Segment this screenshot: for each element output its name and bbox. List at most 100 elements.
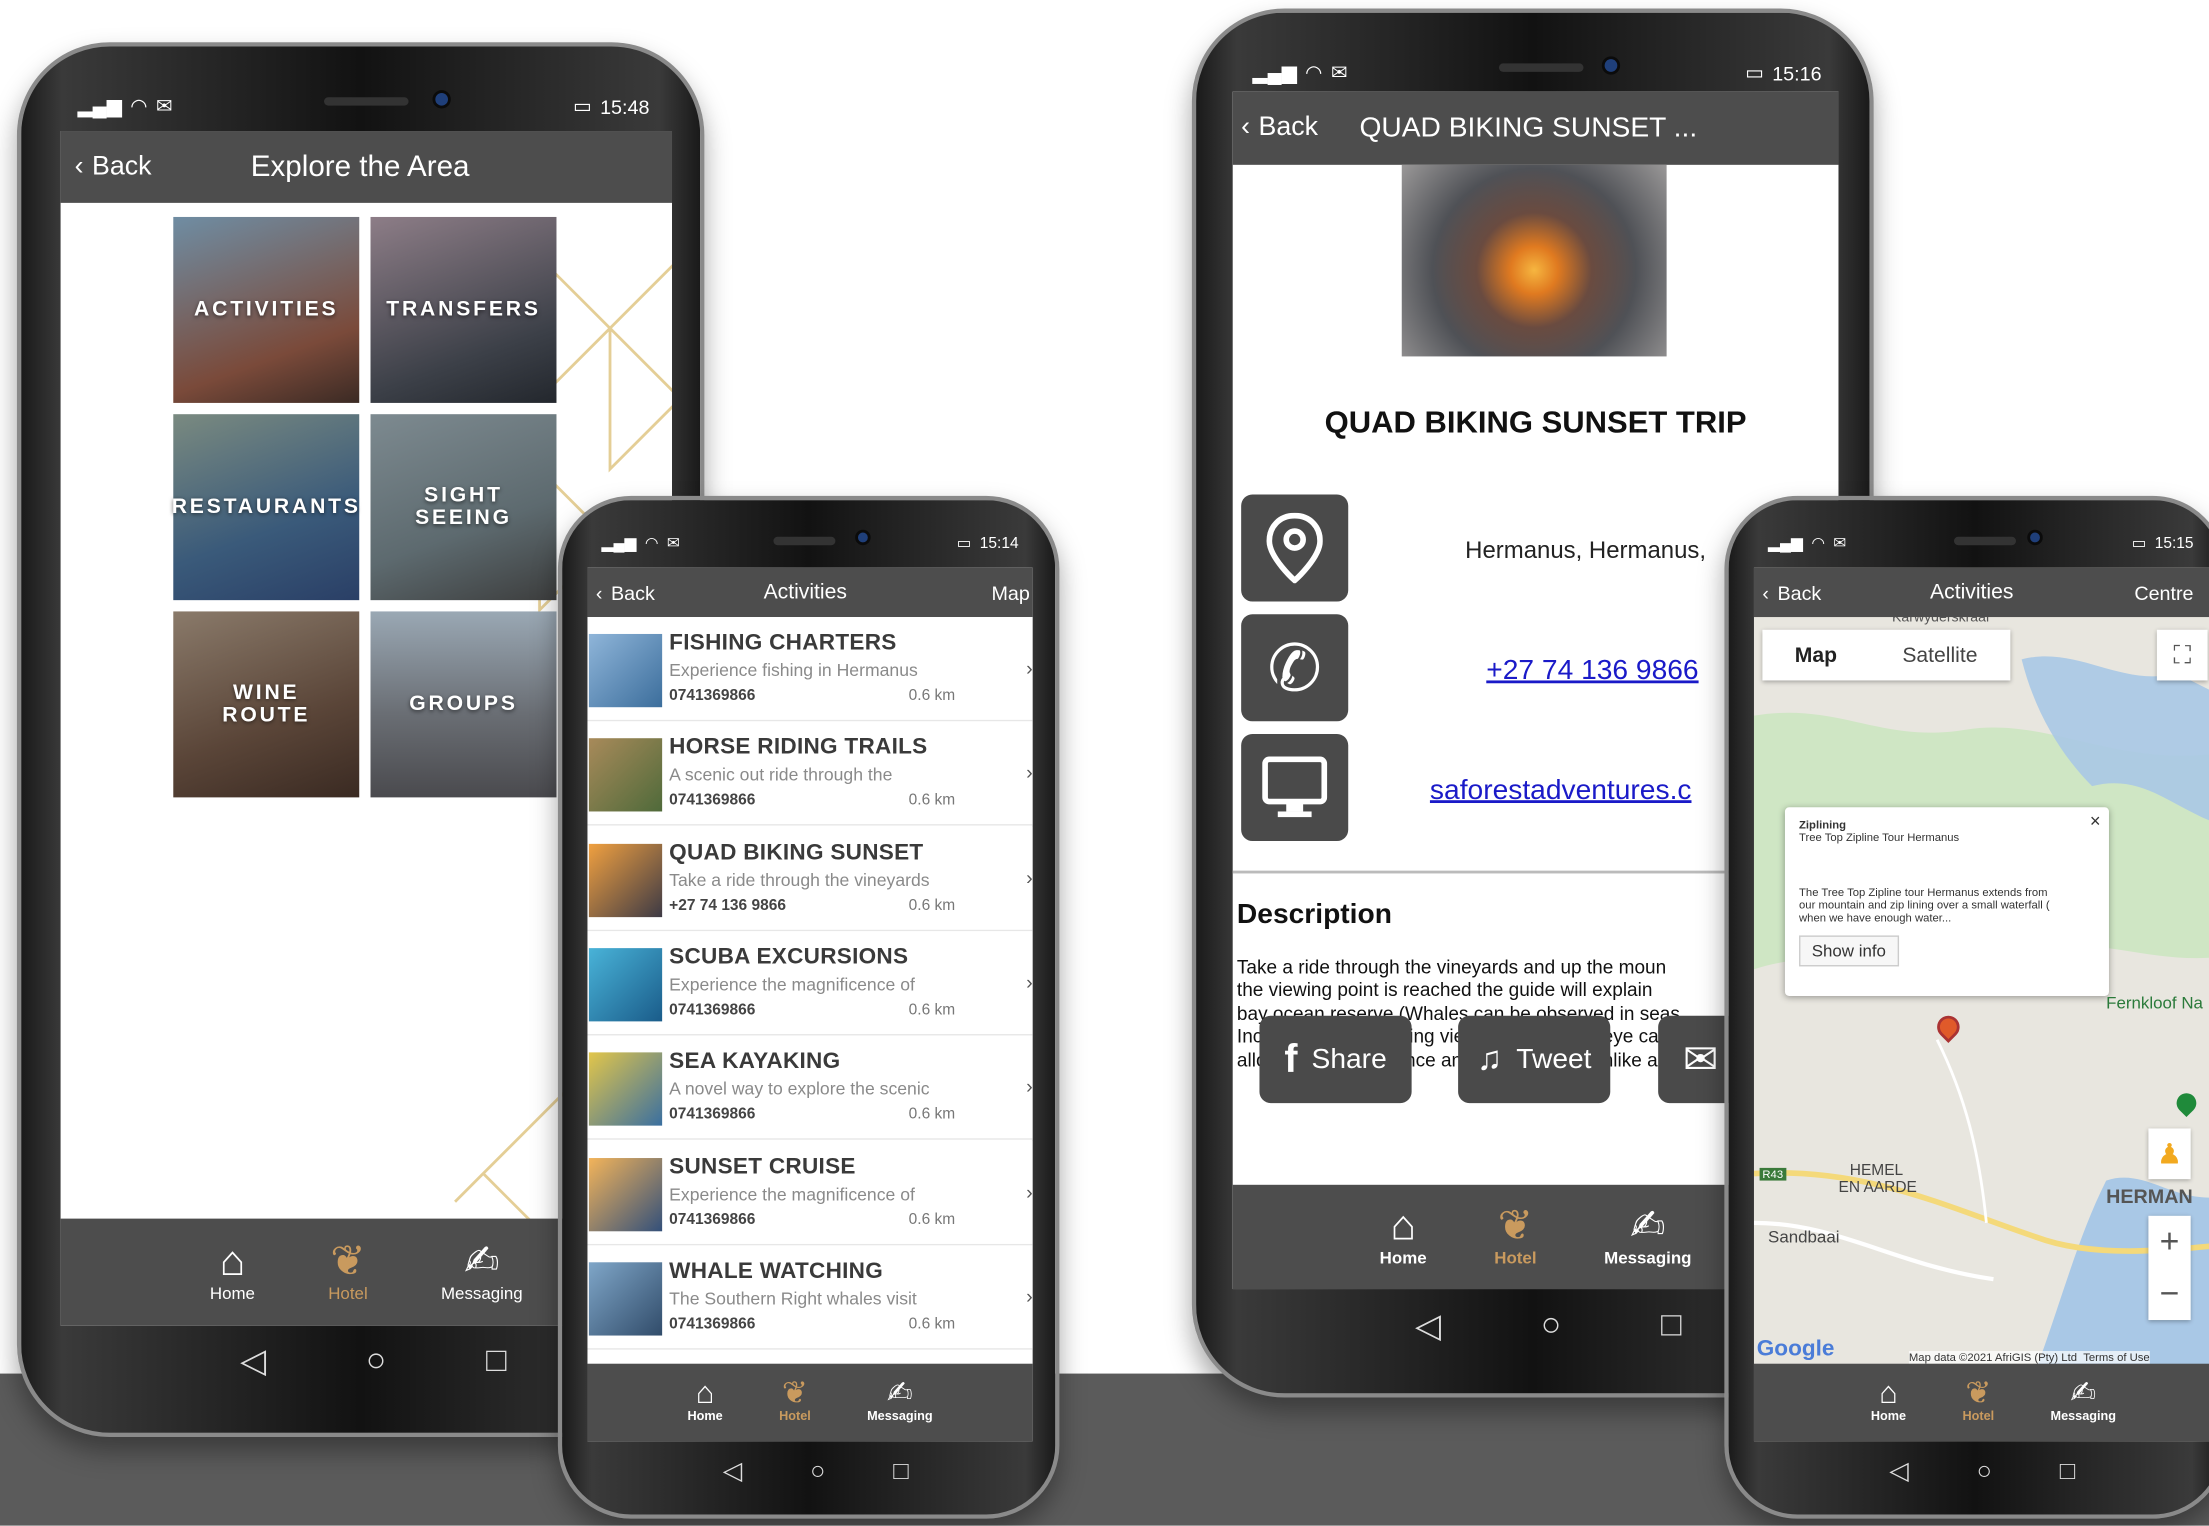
recents-square-icon[interactable]: □ xyxy=(486,1341,506,1380)
tile-label: TRANSFERS xyxy=(386,297,541,322)
info-window: × Ziplining Tree Top Zipline Tour Herman… xyxy=(1784,807,2109,997)
header: ‹ Back QUAD BIKING SUNSET ... xyxy=(1232,91,1839,165)
tab-home[interactable]: ⌂ Home xyxy=(210,1240,255,1326)
tab-hotel[interactable]: ❦ Hotel xyxy=(779,1374,811,1441)
show-info-button[interactable]: Show info xyxy=(1799,935,1899,967)
chevron-right-icon: › xyxy=(1026,865,1033,889)
back-button[interactable]: ‹ Back xyxy=(1754,581,1821,604)
fullscreen-button[interactable]: ⛶ xyxy=(2156,629,2208,681)
terms-link[interactable]: Terms of Use xyxy=(2083,1351,2149,1364)
tile-sightseeing[interactable]: SIGHT SEEING xyxy=(370,414,557,601)
tab-home[interactable]: ⌂ Home xyxy=(687,1377,723,1441)
pegman-icon[interactable]: ♟ xyxy=(2148,1128,2191,1180)
list-item[interactable]: HORSE RIDING TRAILS A scenic out ride thr… xyxy=(587,721,1033,826)
centre-button[interactable]: Centre xyxy=(2134,581,2193,604)
back-label: Back xyxy=(1777,581,1822,604)
tile-groups[interactable]: GROUPS xyxy=(370,611,557,798)
list-item[interactable]: SUNSET CRUISE Experience the magnificence… xyxy=(587,1140,1033,1245)
chevron-right-icon: › xyxy=(1026,1284,1033,1308)
home-icon: ⌂ xyxy=(1879,1374,1898,1411)
header: ‹ Back Explore the Area xyxy=(60,131,672,203)
tab-messaging[interactable]: ✍ Messaging xyxy=(2051,1377,2117,1441)
list-item[interactable]: QUAD BIKING SUNSET Take a ride through th… xyxy=(587,826,1033,931)
back-button[interactable]: ‹ Back xyxy=(61,151,152,182)
back-triangle-icon[interactable]: ◁ xyxy=(1415,1305,1441,1346)
chevron-right-icon: › xyxy=(1026,1179,1033,1203)
battery-icon: ▭ xyxy=(572,94,592,117)
mail-icon: ✉ xyxy=(1330,60,1348,84)
activity-title: SUNSET CRUISE xyxy=(669,1154,856,1179)
chevron-left-icon: ‹ xyxy=(1241,112,1251,143)
status-icons: ▂▄▆ ◠ ✉ xyxy=(1252,61,1347,85)
list-item[interactable]: FISHING CHARTERS Experience fishing in He… xyxy=(587,617,1033,722)
tab-hotel[interactable]: ❦ Hotel xyxy=(328,1240,367,1326)
website-link[interactable]: saforestadventures.c xyxy=(1430,775,1692,807)
back-triangle-icon[interactable]: ◁ xyxy=(1889,1456,1909,1486)
status-right: ▭ 15:48 xyxy=(573,94,649,118)
map-label: HEMEL xyxy=(1849,1162,1904,1180)
tab-home[interactable]: ⌂ Home xyxy=(1380,1205,1427,1289)
tab-label: Home xyxy=(1870,1408,1907,1423)
tab-hotel[interactable]: ❦ Hotel xyxy=(1962,1374,1994,1441)
close-icon[interactable]: × xyxy=(2090,810,2101,831)
map-attribution: Map data ©2021 AfriGIS (Pty) Ltd Terms o… xyxy=(1908,1351,2150,1364)
status-time: 15:15 xyxy=(2154,534,2194,552)
share-button[interactable]: f Share xyxy=(1259,1015,1412,1104)
tweet-button[interactable]: ♫ Tweet xyxy=(1458,1015,1611,1104)
satellite-tab[interactable]: Satellite xyxy=(1869,630,2010,681)
monitor-icon xyxy=(1262,756,1328,818)
android-nav: ◁ ○ □ xyxy=(1855,1450,2109,1492)
map-label: Fernkloof Na xyxy=(2106,993,2203,1013)
speaker-notch xyxy=(324,97,409,106)
back-triangle-icon[interactable]: ◁ xyxy=(723,1456,743,1486)
tab-hotel[interactable]: ❦ Hotel xyxy=(1494,1205,1536,1289)
list-item[interactable]: WHALE WATCHING The Southern Right whales … xyxy=(587,1245,1033,1350)
home-circle-icon[interactable]: ○ xyxy=(1541,1306,1561,1345)
phone-activities: ▂▄▆ ◠ ✉ ▭ 15:14 ‹ Back Activities Map FISHIN… xyxy=(557,495,1060,1519)
wifi-icon: ◠ xyxy=(1811,535,1825,553)
tab-messaging[interactable]: ✍ Messaging xyxy=(867,1377,933,1441)
zoom-in-icon[interactable]: + xyxy=(2160,1222,2180,1261)
activity-description: A scenic out ride through the xyxy=(669,765,893,786)
tile-transfers[interactable]: TRANSFERS xyxy=(370,216,557,403)
zoom-out-icon[interactable]: − xyxy=(2160,1274,2180,1313)
lotus-icon: ❦ xyxy=(781,1374,808,1411)
detail-title: QUAD BIKING SUNSET TRIP xyxy=(1324,404,1747,440)
tab-home[interactable]: ⌂ Home xyxy=(1870,1374,1907,1441)
lotus-icon: ❦ xyxy=(1965,1374,1992,1411)
back-triangle-icon[interactable]: ◁ xyxy=(240,1340,266,1381)
activity-distance: 0.6 km xyxy=(908,792,956,810)
back-label: Back xyxy=(92,151,152,182)
activity-phone: 0741369866 xyxy=(669,687,756,705)
activity-distance: 0.6 km xyxy=(908,1210,956,1228)
tile-restaurants[interactable]: RESTAURANTS xyxy=(172,414,360,601)
signal-icon: ▂▄▆ xyxy=(77,94,122,117)
recents-square-icon[interactable]: □ xyxy=(2060,1456,2075,1486)
map-button[interactable]: Map xyxy=(991,581,1029,604)
recents-square-icon[interactable]: □ xyxy=(893,1456,908,1486)
tile-activities[interactable]: ACTIVITIES xyxy=(173,216,360,403)
home-circle-icon[interactable]: ○ xyxy=(1977,1456,1992,1486)
facebook-icon: f xyxy=(1284,1036,1298,1081)
speaker-notch xyxy=(1498,63,1584,72)
fullscreen-icon: ⛶ xyxy=(2173,640,2192,669)
back-button[interactable]: ‹ Back xyxy=(587,581,655,604)
activity-phone: 0741369866 xyxy=(669,1210,756,1228)
back-button[interactable]: ‹ Back xyxy=(1233,113,1318,144)
tab-label: Home xyxy=(687,1408,723,1423)
activity-phone: +27 74 136 9866 xyxy=(669,896,786,914)
signal-icon: ▂▄▆ xyxy=(1252,60,1297,84)
phone-icon-box[interactable]: ✆ xyxy=(1241,614,1349,722)
recents-square-icon[interactable]: □ xyxy=(1661,1306,1681,1345)
home-circle-icon[interactable]: ○ xyxy=(810,1456,825,1486)
list-item[interactable]: SCUBA EXCURSIONS Experience the magnifice… xyxy=(587,931,1033,1036)
map-tab[interactable]: Map xyxy=(1762,630,1869,681)
tab-messaging[interactable]: ✍ Messaging xyxy=(441,1240,523,1326)
list-item[interactable]: SEA KAYAKING A novel way to explore the s… xyxy=(587,1035,1033,1140)
phone-link[interactable]: +27 74 136 9866 xyxy=(1486,655,1698,687)
home-circle-icon[interactable]: ○ xyxy=(366,1341,386,1380)
activity-description: Experience the magnificence of xyxy=(669,974,915,995)
tab-messaging[interactable]: ✍ Messaging xyxy=(1604,1205,1691,1289)
tile-wine-route[interactable]: WINE ROUTE xyxy=(173,611,360,798)
website-icon-box[interactable] xyxy=(1241,733,1349,842)
